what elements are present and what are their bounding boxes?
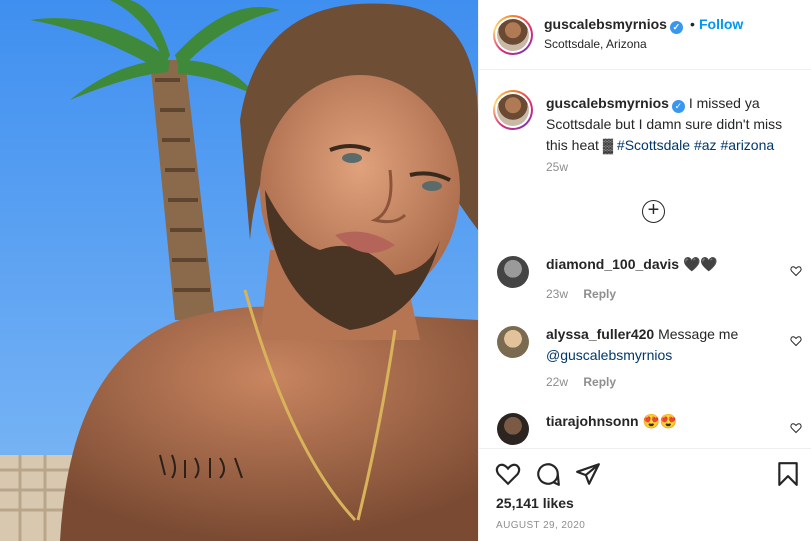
verified-badge-icon: ✓	[669, 21, 683, 34]
commenter-avatar[interactable]	[497, 256, 529, 288]
comment-meta: 22w Reply	[546, 375, 616, 389]
heart-icon[interactable]	[790, 265, 802, 277]
verified-badge-icon: ✓	[671, 100, 685, 113]
follow-button[interactable]: Follow	[699, 16, 743, 32]
post-photo[interactable]	[0, 0, 478, 541]
comment-icon[interactable]	[535, 461, 561, 487]
comment-username[interactable]: diamond_100_davis	[546, 256, 679, 272]
commenter-avatar[interactable]	[497, 326, 529, 358]
send-icon[interactable]	[575, 461, 601, 487]
caption-text: guscalebsmyrnios ✓ I missed ya Scottsdale…	[546, 93, 801, 156]
comment-meta: 23w Reply	[546, 287, 616, 301]
heart-icon[interactable]	[495, 461, 521, 487]
post-date: AUGUST 29, 2020	[496, 520, 586, 531]
post-sidebar: guscalebsmyrnios ✓ • Follow Scottsdale, A…	[478, 0, 811, 541]
comment-username[interactable]: tiarajohnsonn	[546, 413, 639, 429]
comment-body: 😍😍	[642, 413, 678, 429]
post-image	[0, 0, 478, 541]
heart-icon[interactable]	[790, 335, 802, 347]
comment-text: diamond_100_davis 🖤🖤	[546, 254, 786, 275]
caption-avatar[interactable]	[493, 90, 533, 130]
plus-circle-icon: +	[647, 199, 660, 221]
hashtag[interactable]: #arizona	[720, 137, 774, 153]
separator-dot: •	[690, 16, 695, 32]
post-header: guscalebsmyrnios ✓ • Follow Scottsdale, A…	[479, 0, 811, 70]
likes-count[interactable]: 25,141 likes	[496, 495, 574, 511]
comment-text: alyssa_fuller420 Message me @guscalebsmy…	[546, 324, 786, 366]
caption-username[interactable]: guscalebsmyrnios	[546, 95, 669, 111]
reply-button[interactable]: Reply	[583, 375, 616, 389]
comment-body: Message me	[658, 326, 739, 342]
comment-text: tiarajohnsonn 😍😍	[546, 411, 786, 432]
comment-body: 🖤🖤	[682, 256, 718, 272]
commenter-avatar[interactable]	[497, 413, 529, 445]
load-more-comments-button[interactable]: +	[642, 200, 665, 223]
author-username[interactable]: guscalebsmyrnios ✓	[544, 16, 683, 34]
comment-mention[interactable]: @guscalebsmyrnios	[546, 347, 672, 363]
post-location[interactable]: Scottsdale, Arizona	[544, 37, 647, 51]
post-actions: 25,141 likes AUGUST 29, 2020	[479, 448, 811, 541]
author-avatar[interactable]	[493, 15, 533, 55]
comment-username[interactable]: alyssa_fuller420	[546, 326, 654, 342]
bookmark-icon[interactable]	[775, 461, 801, 487]
hashtag[interactable]: #Scottsdale	[617, 137, 690, 153]
hashtag[interactable]: #az	[694, 137, 717, 153]
comment-timestamp: 22w	[546, 375, 569, 389]
reply-button[interactable]: Reply	[583, 287, 616, 301]
comment-timestamp: 23w	[546, 287, 569, 301]
caption-timestamp: 25w	[546, 160, 569, 174]
heart-icon[interactable]	[790, 422, 802, 434]
